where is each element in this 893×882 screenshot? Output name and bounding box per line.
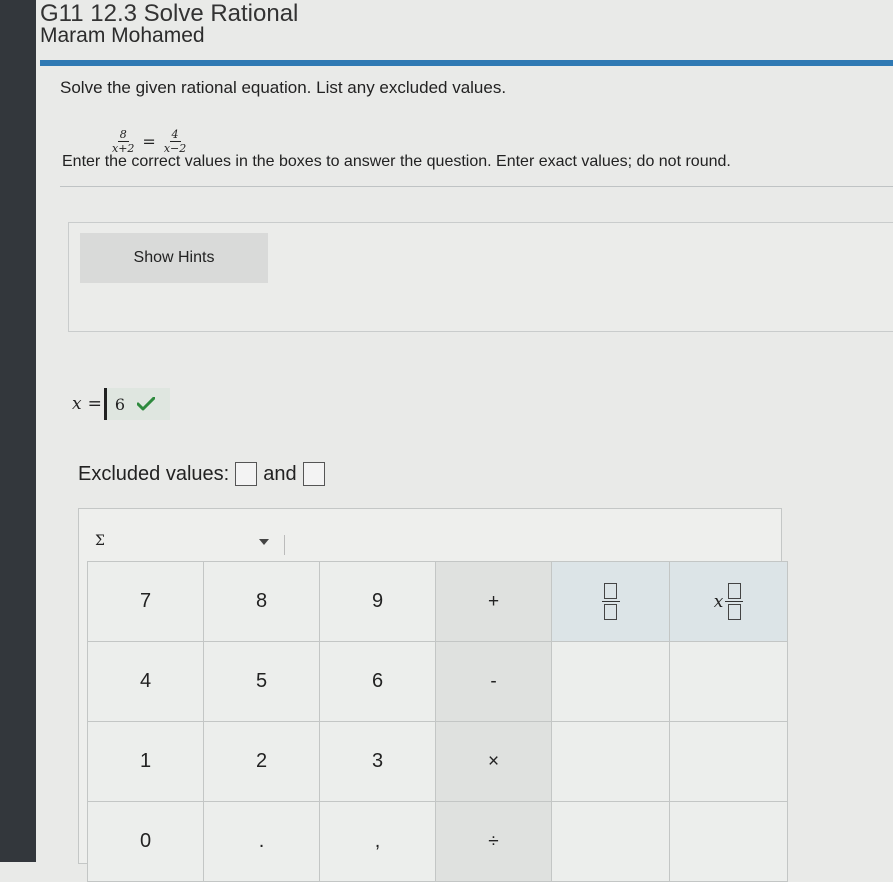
header-divider (40, 60, 893, 66)
right-fraction: 4 x−2 (164, 128, 186, 155)
rational-equation: 8 x+2 = 4 x−2 (112, 128, 186, 155)
left-numerator: 8 (117, 128, 129, 142)
answer-equals: = (87, 394, 102, 414)
instruction-divider (60, 186, 893, 187)
answer-value: 6 (114, 394, 126, 414)
excluded-values-label: Excluded values: (78, 462, 230, 485)
key-divide[interactable]: ÷ (436, 802, 552, 882)
left-edge-background (0, 0, 36, 862)
fraction-template-button[interactable] (552, 562, 670, 642)
key-6[interactable]: 6 (320, 642, 436, 722)
key-3[interactable]: 3 (320, 722, 436, 802)
key-comma[interactable]: , (320, 802, 436, 882)
question-instruction: Enter the correct values in the boxes to… (62, 153, 731, 170)
answer-variable: x (72, 394, 82, 414)
check-icon (137, 397, 156, 411)
show-hints-button[interactable]: Show Hints (80, 233, 268, 283)
left-fraction: 8 x+2 (112, 128, 134, 155)
key-0[interactable]: 0 (88, 802, 204, 882)
excluded-value-input-1[interactable] (235, 462, 258, 486)
key-5[interactable]: 5 (204, 642, 320, 722)
key-8[interactable]: 8 (204, 562, 320, 642)
symbol-menu-sigma[interactable]: Σ (95, 533, 105, 549)
keypad-empty-cell (552, 802, 670, 882)
keypad-empty-cell (552, 722, 670, 802)
student-name: Maram Mohamed (40, 24, 205, 47)
template-variable: x (713, 591, 724, 612)
answer-row: x = 6 (72, 388, 170, 420)
key-9[interactable]: 9 (320, 562, 436, 642)
key-2[interactable]: 2 (204, 722, 320, 802)
keypad-empty-cell (670, 722, 788, 802)
keypad-empty-cell (552, 642, 670, 722)
keypad-empty-cell (670, 802, 788, 882)
key-1[interactable]: 1 (88, 722, 204, 802)
key-4[interactable]: 4 (88, 642, 204, 722)
excluded-values-row: Excluded values: and (78, 462, 331, 486)
key-multiply[interactable]: × (436, 722, 552, 802)
keypad-empty-cell (670, 642, 788, 722)
key-plus[interactable]: + (436, 562, 552, 642)
keypad-grid: 7 8 9 + x 4 5 6 - 1 2 3 × 0 . , ÷ (87, 561, 788, 882)
equals-sign: = (142, 132, 156, 151)
mixed-number-template-icon (725, 583, 744, 620)
excluded-values-joiner: and (263, 462, 297, 485)
math-keypad: Σ 7 8 9 + x 4 5 6 - 1 2 3 × 0 . , ÷ (78, 508, 788, 882)
right-numerator: 4 (169, 128, 181, 142)
fraction-template-icon (601, 583, 620, 620)
mixed-number-template-button[interactable]: x (670, 562, 788, 642)
key-decimal[interactable]: . (204, 802, 320, 882)
chevron-down-icon[interactable] (259, 539, 269, 545)
key-7[interactable]: 7 (88, 562, 204, 642)
keypad-toolbar: Σ (79, 509, 781, 555)
answer-input[interactable]: 6 (103, 388, 170, 420)
key-minus[interactable]: - (436, 642, 552, 722)
excluded-value-input-2[interactable] (302, 462, 325, 486)
toolbar-separator (284, 535, 285, 555)
question-prompt: Solve the given rational equation. List … (60, 78, 507, 97)
